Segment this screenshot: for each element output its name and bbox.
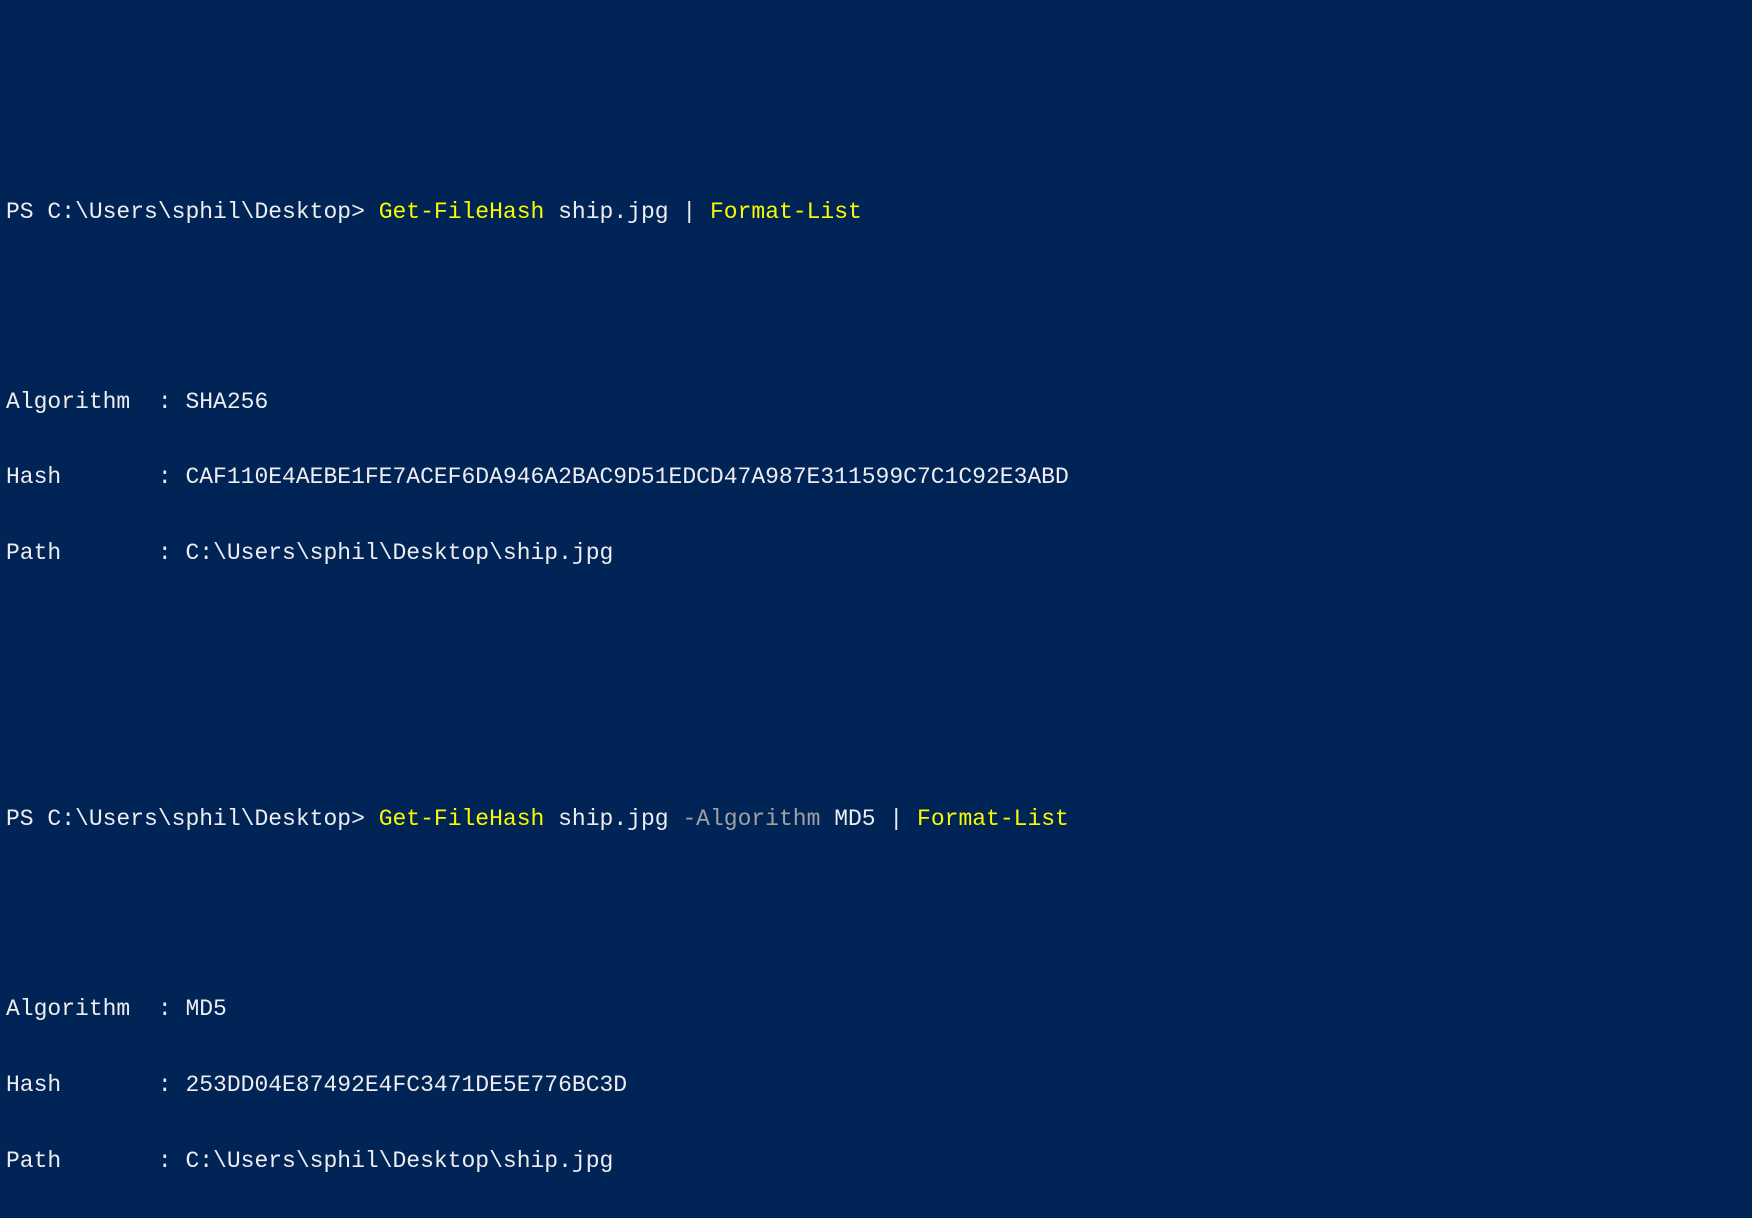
cmdlet-format-list: Format-List bbox=[917, 806, 1069, 832]
pipe-operator: | bbox=[682, 199, 696, 225]
label-hash: Hash : bbox=[6, 464, 185, 490]
value-algorithm: MD5 bbox=[185, 996, 226, 1022]
command-line-1: PS C:\Users\sphil\Desktop> Get-FileHash … bbox=[6, 194, 1746, 232]
pipe-operator: | bbox=[889, 806, 903, 832]
parameter-value-md5: MD5 bbox=[820, 806, 889, 832]
prompt-suffix: > bbox=[351, 806, 379, 832]
label-path: Path : bbox=[6, 540, 185, 566]
prompt-suffix: > bbox=[351, 199, 379, 225]
prompt-path: C:\Users\sphil\Desktop bbox=[47, 199, 351, 225]
label-hash: Hash : bbox=[6, 1072, 185, 1098]
value-hash: CAF110E4AEBE1FE7ACEF6DA946A2BAC9D51EDCD4… bbox=[185, 464, 1068, 490]
label-algorithm: Algorithm : bbox=[6, 389, 185, 415]
output-hash-2: Hash : 253DD04E87492E4FC3471DE5E776BC3D bbox=[6, 1067, 1746, 1105]
value-hash: 253DD04E87492E4FC3471DE5E776BC3D bbox=[185, 1072, 627, 1098]
cmdlet-format-list: Format-List bbox=[710, 199, 862, 225]
space bbox=[696, 199, 710, 225]
argument-filename: ship.jpg bbox=[544, 199, 682, 225]
output-path-1: Path : C:\Users\sphil\Desktop\ship.jpg bbox=[6, 535, 1746, 573]
space bbox=[903, 806, 917, 832]
prompt-path: C:\Users\sphil\Desktop bbox=[47, 806, 351, 832]
output-algorithm-2: Algorithm : MD5 bbox=[6, 991, 1746, 1029]
output-algorithm-1: Algorithm : SHA256 bbox=[6, 384, 1746, 422]
blank-line bbox=[6, 270, 1746, 346]
parameter-algorithm: -Algorithm bbox=[682, 806, 820, 832]
value-path: C:\Users\sphil\Desktop\ship.jpg bbox=[185, 540, 613, 566]
blank-line bbox=[6, 611, 1746, 687]
command-line-2: PS C:\Users\sphil\Desktop> Get-FileHash … bbox=[6, 801, 1746, 839]
argument-filename: ship.jpg bbox=[544, 806, 682, 832]
output-path-2: Path : C:\Users\sphil\Desktop\ship.jpg bbox=[6, 1143, 1746, 1181]
cmdlet-get-filehash: Get-FileHash bbox=[379, 199, 545, 225]
value-algorithm: SHA256 bbox=[185, 389, 268, 415]
label-path: Path : bbox=[6, 1148, 185, 1174]
blank-line bbox=[6, 877, 1746, 953]
value-path: C:\Users\sphil\Desktop\ship.jpg bbox=[185, 1148, 613, 1174]
prompt-prefix: PS bbox=[6, 806, 47, 832]
powershell-terminal[interactable]: PS C:\Users\sphil\Desktop> Get-FileHash … bbox=[6, 156, 1746, 785]
cmdlet-get-filehash: Get-FileHash bbox=[379, 806, 545, 832]
blank-line bbox=[6, 725, 1746, 763]
label-algorithm: Algorithm : bbox=[6, 996, 185, 1022]
output-hash-1: Hash : CAF110E4AEBE1FE7ACEF6DA946A2BAC9D… bbox=[6, 459, 1746, 497]
prompt-prefix: PS bbox=[6, 199, 47, 225]
